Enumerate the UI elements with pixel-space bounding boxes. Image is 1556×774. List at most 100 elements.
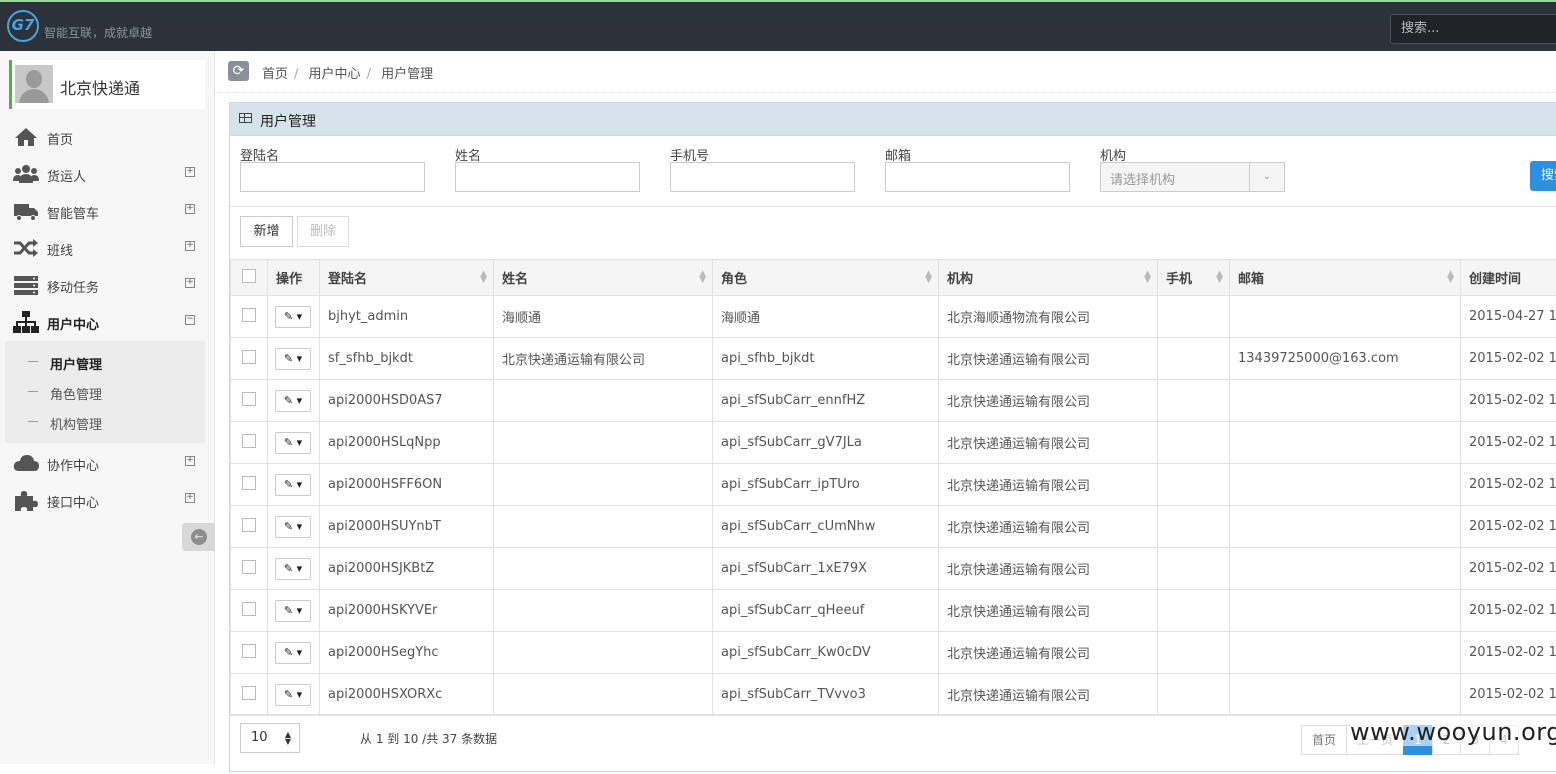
sidebar-item-collaboration[interactable]: 协作中心 +: [0, 445, 215, 482]
sort-icon[interactable]: ▲▼: [1216, 271, 1223, 283]
column-header-login[interactable]: 登陆名▲▼: [320, 260, 494, 296]
cell-email: [1230, 590, 1461, 632]
page-first[interactable]: 首页: [1301, 725, 1347, 755]
sort-icon[interactable]: ▲▼: [1447, 271, 1454, 283]
delete-button[interactable]: 删除: [297, 216, 349, 247]
row-checkbox[interactable]: [231, 422, 268, 464]
org-select[interactable]: 请选择机构 ⌄: [1100, 162, 1285, 192]
sort-icon[interactable]: ▲▼: [699, 271, 706, 283]
sidebar-item-home[interactable]: 首页: [0, 119, 215, 156]
edit-dropdown-button[interactable]: ✎ ▾: [275, 348, 311, 370]
edit-dropdown-button[interactable]: ✎ ▾: [275, 558, 311, 580]
breadcrumb-home[interactable]: 首页: [262, 67, 288, 82]
table-row[interactable]: ✎ ▾bjhyt_admin海顺通海顺通北京海顺通物流有限公司2015-04-2…: [231, 296, 1556, 338]
global-search-input[interactable]: 搜索...: [1390, 14, 1556, 44]
table-row[interactable]: ✎ ▾sf_sfhb_bjkdt北京快递通运输有限公司api_sfhb_bjkd…: [231, 338, 1556, 380]
sidebar-item-user-center[interactable]: 用户中心 −: [0, 304, 215, 341]
g7-logo[interactable]: G7: [7, 10, 39, 42]
row-checkbox[interactable]: [231, 296, 268, 338]
row-checkbox[interactable]: [231, 380, 268, 422]
phone-input[interactable]: [670, 162, 855, 192]
table-row[interactable]: ✎ ▾api2000HSD0AS7api_sfSubCarr_ennfHZ北京快…: [231, 380, 1556, 422]
collapse-icon[interactable]: −: [185, 315, 195, 325]
expand-icon[interactable]: +: [185, 278, 195, 288]
column-header-name[interactable]: 姓名▲▼: [494, 260, 713, 296]
expand-icon[interactable]: +: [185, 241, 195, 251]
edit-dropdown-button[interactable]: ✎ ▾: [275, 600, 311, 622]
row-checkbox[interactable]: [231, 674, 268, 716]
sidebar-collapse-button[interactable]: ←: [182, 523, 215, 551]
breadcrumb-user-center[interactable]: 用户中心: [309, 67, 361, 82]
sidebar-item-label: 智能管车: [47, 203, 99, 222]
stepper-icon[interactable]: ▲▼: [285, 731, 291, 745]
top-navbar: G7 智能互联，成就卓越 搜索...: [0, 0, 1556, 51]
row-checkbox[interactable]: [231, 632, 268, 674]
submenu-item-org-management[interactable]: 机构管理: [5, 407, 205, 437]
panel-header: 用户管理: [230, 103, 1556, 136]
sidebar-item-vehicles[interactable]: 智能管车 +: [0, 193, 215, 230]
sort-icon[interactable]: ▲▼: [1144, 271, 1151, 283]
expand-icon[interactable]: +: [185, 493, 195, 503]
sidebar-item-shippers[interactable]: 货运人 +: [0, 156, 215, 193]
edit-dropdown-button[interactable]: ✎ ▾: [275, 684, 311, 706]
sidebar-item-label: 首页: [47, 129, 73, 148]
expand-icon[interactable]: +: [185, 204, 195, 214]
column-header-email[interactable]: 邮箱▲▼: [1230, 260, 1461, 296]
refresh-icon[interactable]: ⟳: [228, 61, 249, 81]
sidebar-item-api-center[interactable]: 接口中心 +: [0, 482, 215, 519]
sort-icon[interactable]: ▲▼: [480, 271, 487, 283]
sitemap-icon: [13, 310, 39, 334]
cell-org: 北京快递通运输有限公司: [939, 548, 1158, 590]
email-input[interactable]: [885, 162, 1070, 192]
edit-dropdown-button[interactable]: ✎ ▾: [275, 642, 311, 664]
chevron-down-icon[interactable]: ⌄: [1249, 163, 1284, 191]
edit-dropdown-button[interactable]: ✎ ▾: [275, 516, 311, 538]
user-profile[interactable]: 北京快递通: [9, 60, 205, 109]
edit-dropdown-button[interactable]: ✎ ▾: [275, 306, 311, 328]
sort-icon[interactable]: ▲▼: [925, 271, 932, 283]
table-row[interactable]: ✎ ▾api2000HSKYVErapi_sfSubCarr_qHeeuf北京快…: [231, 590, 1556, 632]
table-row[interactable]: ✎ ▾api2000HSJKBtZapi_sfSubCarr_1xE79X北京快…: [231, 548, 1556, 590]
table-row[interactable]: ✎ ▾api2000HSegYhcapi_sfSubCarr_Kw0cDV北京快…: [231, 632, 1556, 674]
row-checkbox[interactable]: [231, 548, 268, 590]
cell-name: 北京快递通运输有限公司: [494, 338, 713, 380]
column-header-created[interactable]: 创建时间: [1461, 260, 1556, 296]
cell-phone: [1158, 674, 1230, 716]
column-header-phone[interactable]: 手机▲▼: [1158, 260, 1230, 296]
cell-email: [1230, 632, 1461, 674]
row-checkbox[interactable]: [231, 464, 268, 506]
column-header-org[interactable]: 机构▲▼: [939, 260, 1158, 296]
edit-dropdown-button[interactable]: ✎ ▾: [275, 390, 311, 412]
row-checkbox[interactable]: [231, 590, 268, 632]
divider: [230, 206, 1556, 207]
cell-login: api2000HSXORXc: [320, 674, 494, 716]
cell-name: [494, 422, 713, 464]
column-header-role[interactable]: 角色▲▼: [713, 260, 939, 296]
table-row[interactable]: ✎ ▾api2000HSLqNppapi_sfSubCarr_gV7JLa北京快…: [231, 422, 1556, 464]
table-row[interactable]: ✎ ▾api2000HSFF6ONapi_sfSubCarr_ipTUro北京快…: [231, 464, 1556, 506]
sidebar-item-mobile-tasks[interactable]: 移动任务 +: [0, 267, 215, 304]
table-row[interactable]: ✎ ▾api2000HSUYnbTapi_sfSubCarr_cUmNhw北京快…: [231, 506, 1556, 548]
submenu-label: 角色管理: [50, 384, 102, 403]
table-row[interactable]: ✎ ▾api2000HSXORXcapi_sfSubCarr_TVvvo3北京快…: [231, 674, 1556, 716]
edit-dropdown-button[interactable]: ✎ ▾: [275, 432, 311, 454]
submenu-item-role-management[interactable]: 角色管理: [5, 377, 205, 407]
edit-dropdown-button[interactable]: ✎ ▾: [275, 474, 311, 496]
page-size-select[interactable]: 10 ▲▼: [240, 723, 300, 753]
search-button[interactable]: 搜索: [1530, 161, 1556, 191]
cell-org: 北京快递通运输有限公司: [939, 632, 1158, 674]
row-checkbox[interactable]: [231, 338, 268, 380]
cell-org: 北京海顺通物流有限公司: [939, 296, 1158, 338]
add-button[interactable]: 新增: [240, 216, 293, 247]
login-input[interactable]: [240, 162, 425, 192]
select-all-checkbox[interactable]: [231, 260, 268, 296]
sidebar-item-routes[interactable]: 班线 +: [0, 230, 215, 267]
name-input[interactable]: [455, 162, 640, 192]
expand-icon[interactable]: +: [185, 167, 195, 177]
cell-login: api2000HSLqNpp: [320, 422, 494, 464]
row-checkbox[interactable]: [231, 506, 268, 548]
cell-name: [494, 380, 713, 422]
expand-icon[interactable]: +: [185, 456, 195, 466]
submenu-item-user-management[interactable]: 用户管理: [5, 347, 205, 377]
breadcrumb-current: 用户管理: [381, 67, 433, 82]
